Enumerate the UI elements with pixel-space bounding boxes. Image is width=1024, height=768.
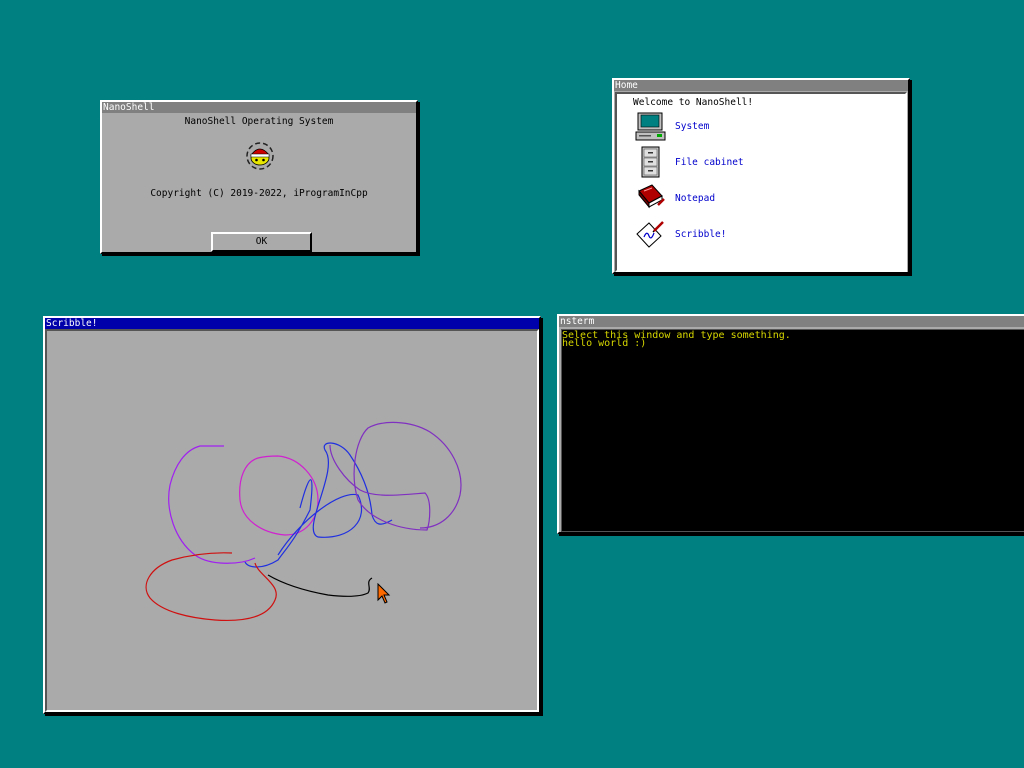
computer-icon bbox=[635, 110, 667, 142]
terminal-window-titlebar[interactable]: nsterm bbox=[559, 316, 1024, 327]
home-item-label: System bbox=[675, 121, 710, 132]
nanoshell-logo-icon bbox=[245, 141, 275, 171]
home-item-system[interactable]: System bbox=[635, 110, 835, 142]
home-item-label: Notepad bbox=[675, 193, 716, 204]
scribble-window-titlebar[interactable]: Scribble! bbox=[45, 318, 539, 329]
scribble-stroke-blue bbox=[244, 442, 393, 568]
about-window-titlebar[interactable]: NanoShell bbox=[102, 102, 416, 113]
home-content-panel: Welcome to NanoShell! System File cabine… bbox=[615, 92, 907, 272]
ok-button[interactable]: OK bbox=[211, 232, 312, 252]
home-item-notepad[interactable]: Notepad bbox=[635, 182, 835, 214]
scribble-stroke-red bbox=[145, 552, 277, 622]
mouse-cursor-icon bbox=[377, 582, 391, 605]
scribble-stroke-black bbox=[267, 574, 373, 597]
about-copyright: Copyright (C) 2019-2022, iProgramInCpp bbox=[150, 188, 368, 199]
home-window-titlebar[interactable]: Home bbox=[614, 80, 908, 91]
scribble-stroke-violet bbox=[168, 445, 256, 564]
home-item-label: Scribble! bbox=[675, 229, 727, 240]
home-window[interactable]: Home Welcome to NanoShell! System File c… bbox=[612, 78, 910, 274]
notepad-book-icon bbox=[635, 182, 667, 214]
scribble-canvas[interactable] bbox=[45, 329, 539, 712]
terminal-screen[interactable]: Select this window and type something. h… bbox=[561, 329, 1024, 532]
terminal-line: hello world :) bbox=[562, 338, 647, 349]
terminal-window[interactable]: nsterm Select this window and type somet… bbox=[557, 314, 1024, 534]
home-welcome-text: Welcome to NanoShell! bbox=[633, 97, 754, 108]
scribble-stroke-magenta bbox=[239, 455, 319, 536]
about-window[interactable]: NanoShell NanoShell Operating System Cop… bbox=[100, 100, 418, 254]
home-item-file-cabinet[interactable]: File cabinet bbox=[635, 146, 835, 178]
scribble-icon bbox=[635, 218, 667, 250]
home-item-scribble[interactable]: Scribble! bbox=[635, 218, 835, 250]
file-cabinet-icon bbox=[635, 146, 667, 178]
home-item-label: File cabinet bbox=[675, 157, 744, 168]
scribble-drawing bbox=[145, 421, 462, 622]
scribble-window[interactable]: Scribble! bbox=[43, 316, 541, 714]
about-heading: NanoShell Operating System bbox=[184, 116, 334, 127]
scribble-stroke-purple bbox=[329, 421, 462, 531]
